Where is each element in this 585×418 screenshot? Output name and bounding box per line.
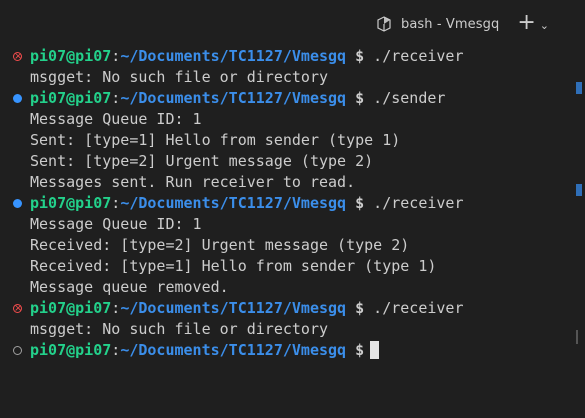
prompt-user-host: pi07@pi07 (30, 194, 112, 212)
scroll-marker (576, 82, 582, 94)
output-text: Received: [type=1] Hello from sender (ty… (30, 257, 437, 275)
prompt-symbol: $ (355, 47, 365, 65)
plus-icon[interactable]: + (517, 12, 535, 34)
command-success-icon[interactable] (13, 94, 22, 103)
prompt-symbol: $ (355, 341, 365, 359)
terminal-scrollbar[interactable] (576, 46, 582, 418)
prompt-path: ~/Documents/TC1127/Vmesgq (120, 47, 347, 65)
prompt-path: ~/Documents/TC1127/Vmesgq (120, 194, 347, 212)
prompt-user-host: pi07@pi07 (30, 89, 112, 107)
prompt-separator: : (111, 89, 121, 107)
output-text: Sent: [type=2] Urgent message (type 2) (30, 152, 374, 170)
prompt-separator: : (111, 341, 121, 359)
terminal-output[interactable]: pi07@pi07:~/Documents/TC1127/Vmesgq $ ./… (0, 46, 570, 418)
prompt: pi07@pi07:~/Documents/TC1127/Vmesgq $ ./… (30, 193, 464, 214)
output-text: msgget: No such file or directory (30, 320, 329, 338)
prompt: pi07@pi07:~/Documents/TC1127/Vmesgq $ (30, 340, 380, 361)
command-error-icon[interactable] (13, 46, 22, 67)
prompt-path: ~/Documents/TC1127/Vmesgq (120, 341, 347, 359)
window-edge (575, 0, 585, 44)
command-text: ./receiver (364, 194, 464, 212)
output-text: Sent: [type=1] Hello from sender (type 1… (30, 131, 401, 149)
command-text: ./receiver (364, 47, 464, 65)
terminal-tab-bar: bash - Vmesgq + ⌄ (0, 0, 585, 44)
prompt-separator: : (111, 47, 121, 65)
command-text: ./receiver (364, 299, 464, 317)
text-cursor (370, 341, 380, 359)
output-text: Message queue removed. (30, 278, 229, 296)
terminal-tab[interactable]: bash - Vmesgq + ⌄ (375, 12, 549, 36)
prompt-path: ~/Documents/TC1127/Vmesgq (120, 89, 347, 107)
prompt-user-host: pi07@pi07 (30, 299, 112, 317)
command-pending-icon[interactable] (13, 346, 22, 355)
prompt-user-host: pi07@pi07 (30, 341, 112, 359)
prompt-user-host: pi07@pi07 (30, 47, 112, 65)
scroll-thumb[interactable] (576, 330, 578, 344)
output-text: msgget: No such file or directory (30, 68, 329, 86)
prompt-separator: : (111, 194, 121, 212)
output-text: Message Queue ID: 1 (30, 110, 202, 128)
command-success-icon[interactable] (13, 199, 22, 208)
prompt: pi07@pi07:~/Documents/TC1127/Vmesgq $ ./… (30, 46, 464, 67)
prompt-separator: : (111, 299, 121, 317)
output-text: Message Queue ID: 1 (30, 215, 202, 233)
prompt-symbol: $ (355, 299, 365, 317)
terminal-icon (375, 15, 393, 33)
prompt: pi07@pi07:~/Documents/TC1127/Vmesgq $ ./… (30, 298, 464, 319)
prompt-symbol: $ (355, 89, 365, 107)
chevron-down-icon[interactable]: ⌄ (540, 19, 549, 32)
command-error-icon[interactable] (13, 298, 22, 319)
output-text: Messages sent. Run receiver to read. (30, 173, 356, 191)
prompt: pi07@pi07:~/Documents/TC1127/Vmesgq $ ./… (30, 88, 445, 109)
prompt-symbol: $ (355, 194, 365, 212)
prompt-path: ~/Documents/TC1127/Vmesgq (120, 299, 347, 317)
scroll-marker (576, 184, 582, 196)
terminal-tab-title: bash - Vmesgq (401, 16, 500, 32)
terminal-actions: + ⌄ (517, 12, 549, 34)
command-text: ./sender (364, 89, 446, 107)
output-text: Received: [type=2] Urgent message (type … (30, 236, 410, 254)
